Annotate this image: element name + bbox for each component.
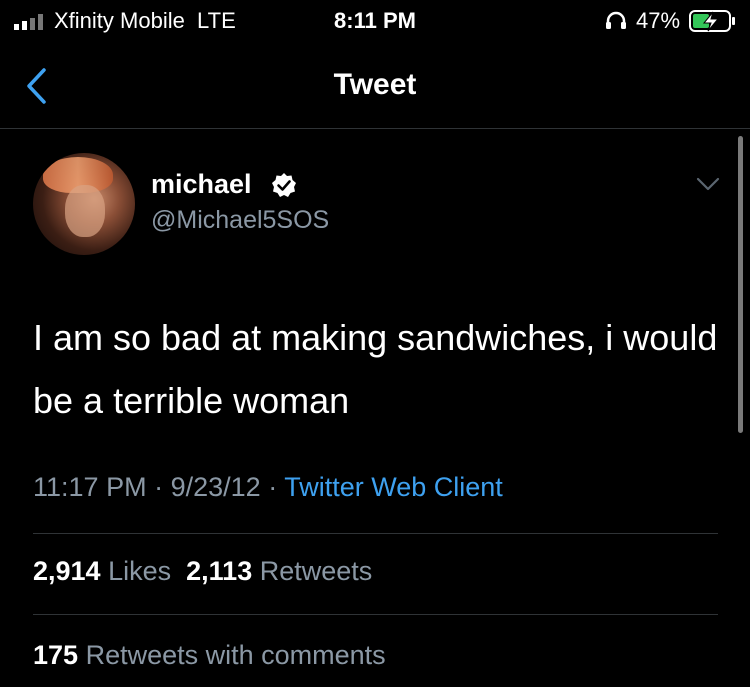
retweets-count: 2,113 <box>186 556 253 586</box>
status-bar: Xfinity Mobile LTE 8:11 PM 47% <box>0 0 750 44</box>
nav-bar: Tweet <box>0 44 750 129</box>
quote-count: 175 <box>33 640 79 670</box>
likes-label: Likes <box>108 556 172 586</box>
battery-charging-icon <box>689 10 735 32</box>
separator: · <box>154 472 164 502</box>
chevron-down-icon[interactable] <box>696 176 720 192</box>
headphones-icon <box>606 11 626 29</box>
tweet-time: 11:17 PM <box>33 472 147 502</box>
tweet-metadata: 11:17 PM · 9/23/12 · Twitter Web Client <box>33 472 503 503</box>
battery-percent: 47% <box>636 8 681 33</box>
retweets-stat[interactable]: 2,113 Retweets <box>186 556 372 586</box>
retweets-label: Retweets <box>259 556 373 586</box>
divider <box>33 614 718 615</box>
separator: · <box>268 472 278 502</box>
likes-stat[interactable]: 2,914 Likes <box>33 556 171 586</box>
display-name[interactable]: michael <box>151 169 252 200</box>
engagement-stats: 2,914 Likes 2,113 Retweets <box>33 556 372 587</box>
likes-count: 2,914 <box>33 556 101 586</box>
scrollbar[interactable] <box>738 136 743 433</box>
quote-label: Retweets with comments <box>85 640 386 670</box>
tweet-text: I am so bad at making sandwiches, i woul… <box>33 317 718 421</box>
avatar[interactable] <box>33 153 135 255</box>
user-handle[interactable]: @Michael5SOS <box>151 206 329 235</box>
quote-tweets-stat[interactable]: 175 Retweets with comments <box>33 640 386 671</box>
verified-badge-icon <box>272 173 296 197</box>
divider <box>33 533 718 534</box>
page-title: Tweet <box>333 68 417 101</box>
tweet-client-link[interactable]: Twitter Web Client <box>284 472 503 502</box>
tweet-date: 9/23/12 <box>170 472 261 502</box>
